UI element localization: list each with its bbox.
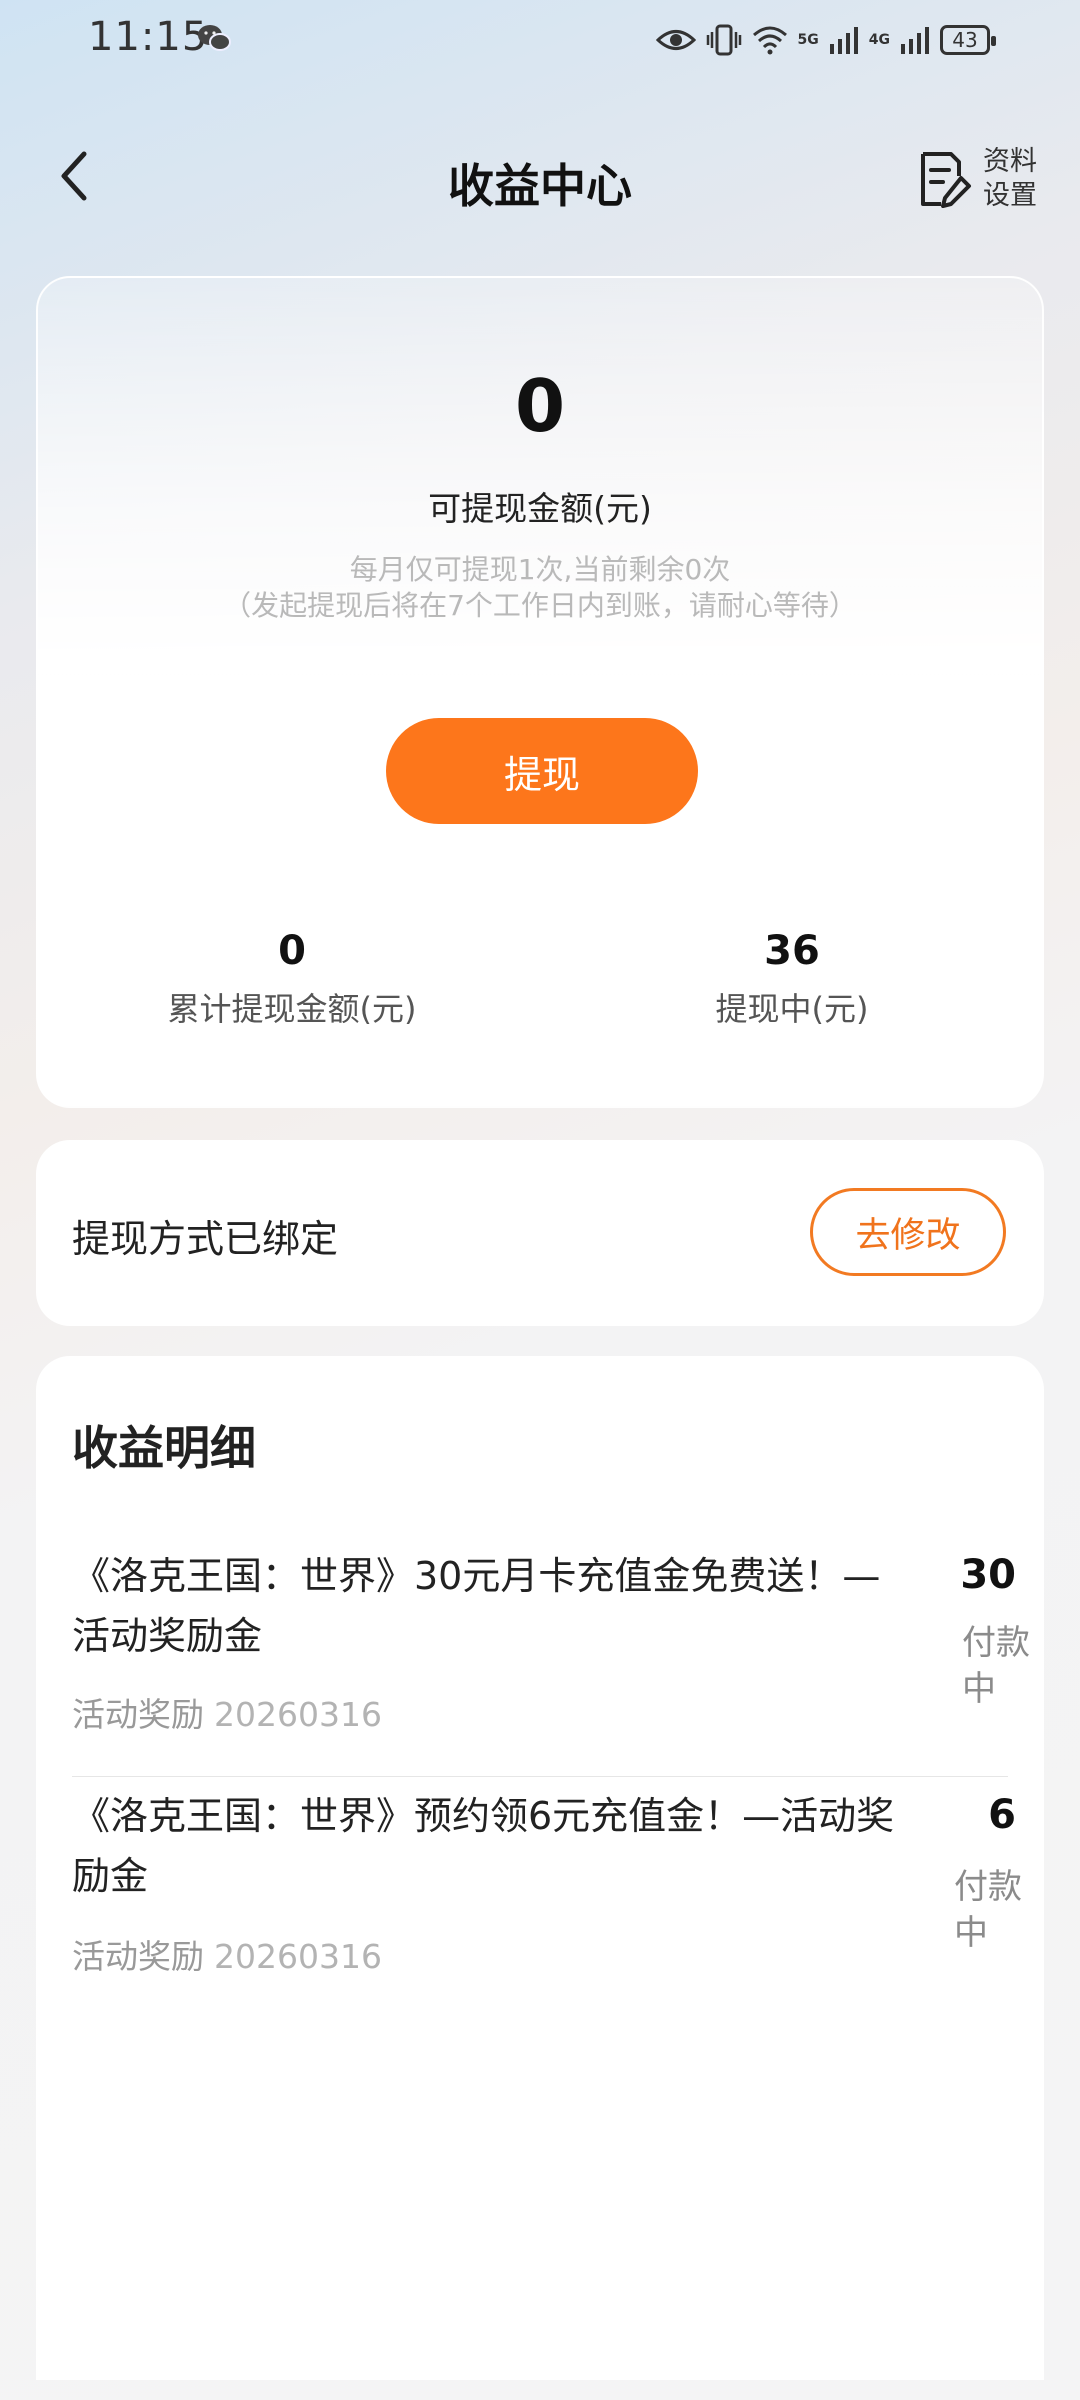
balance-label: 可提现金额(元) [428,489,652,528]
entry-amount: 30 [960,1552,1016,1598]
entry-status: 付款中 [954,1867,1022,1953]
status-bar: 11:15 5G 4G 43 [0,0,1080,80]
balance-card: 0 可提现金额(元) 每月仅可提现1次,当前剩余0次 （发起提现后将在7个工作日… [36,276,1044,1108]
status-time: 11:15 [88,14,209,60]
total-withdrawn-stat: 0 累计提现金额(元) [72,928,512,1030]
wifi-icon [752,26,787,55]
entry-amount: 6 [988,1792,1016,1838]
pending-withdraw-value: 36 [764,928,820,974]
withdraw-method-card: 提现方式已绑定 去修改 [36,1140,1044,1326]
entry-meta: 活动奖励 20260316 [72,1930,382,1978]
balance-amount: 0 [514,364,566,448]
signal-icon-2 [901,27,929,54]
entry-meta: 活动奖励 20260316 [72,1688,382,1736]
entry-date: 20260316 [214,1695,382,1734]
signal-icon [829,27,858,54]
battery-level: 43 [952,28,978,52]
pending-withdraw-stat: 36 提现中(元) [572,928,1012,1030]
withdraw-limit-hint: 每月仅可提现1次,当前剩余0次 [349,553,731,586]
earning-entry[interactable]: 《洛克王国：世界》预约领6元充值金！—活动奖励金 活动奖励 20260316 6 … [72,1786,1022,1986]
withdraw-button[interactable]: 提现 [386,718,698,824]
pending-withdraw-label: 提现中(元) [715,990,869,1028]
withdraw-method-label: 提现方式已绑定 [72,1217,339,1261]
total-withdrawn-value: 0 [278,928,306,974]
entry-category: 活动奖励 [72,1695,204,1734]
edit-document-icon [921,152,971,208]
entry-title: 《洛克王国：世界》预约领6元充值金！—活动奖励金 [72,1794,895,1898]
profile-settings-button[interactable]: 资料设置 [915,145,1045,215]
eye-icon [655,30,696,50]
entry-category: 活动奖励 [72,1937,204,1976]
entry-title: 《洛克王国：世界》30元月卡充值金免费送！—活动奖励金 [72,1554,881,1658]
vibrate-icon [706,24,741,56]
network-5g-label: 5G [797,32,819,48]
profile-settings-label: 资料设置 [983,146,1037,211]
entry-status: 付款中 [962,1623,1030,1709]
modify-method-button[interactable]: 去修改 [810,1188,1006,1276]
withdraw-arrival-hint: （发起提现后将在7个工作日内到账，请耐心等待） [223,589,857,622]
details-title: 收益明细 [72,1421,256,1475]
earning-entry[interactable]: 《洛克王国：世界》30元月卡充值金免费送！—活动奖励金 活动奖励 20260316… [72,1546,1030,1777]
battery-icon: 43 [940,25,996,55]
status-icons: 5G 4G 43 [655,18,996,62]
total-withdrawn-label: 累计提现金额(元) [167,990,417,1028]
earnings-details-card: 收益明细 《洛克王国：世界》30元月卡充值金免费送！—活动奖励金 活动奖励 202… [36,1356,1044,2380]
network-4g-label: 4G [868,32,890,48]
entry-date: 20260316 [214,1937,382,1976]
wechat-icon [198,25,231,51]
